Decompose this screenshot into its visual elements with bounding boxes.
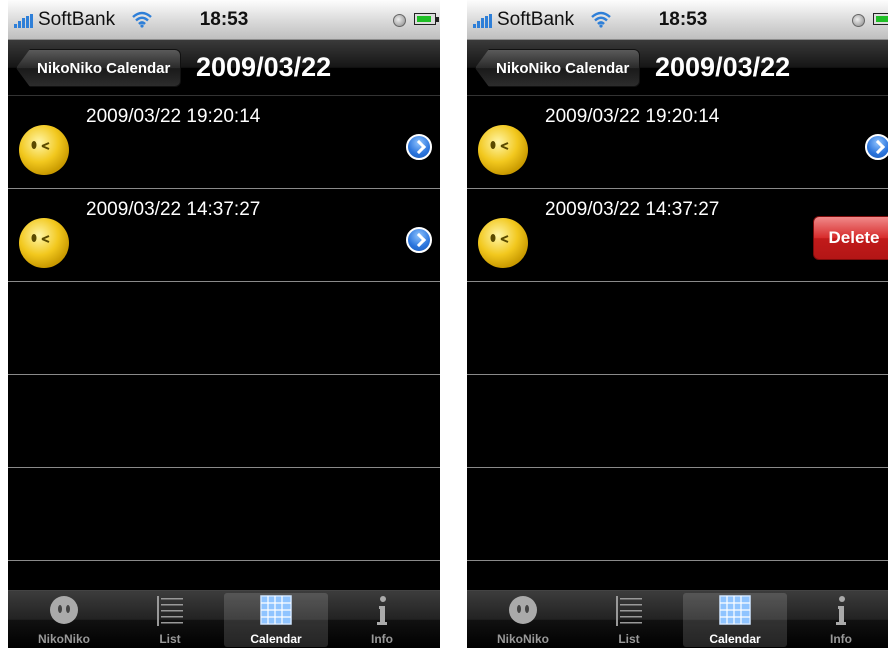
alarm-icon [852, 14, 865, 27]
info-icon [836, 596, 846, 625]
status-bar: SoftBank 18:53 [467, 0, 888, 40]
battery-icon [414, 13, 439, 25]
tab-calendar[interactable]: Calendar [683, 593, 787, 647]
empty-row [8, 468, 440, 561]
list-item[interactable]: 2009/03/22 19:20:14 [8, 96, 440, 189]
list-item[interactable]: 2009/03/22 14:37:27 Delete [467, 189, 888, 282]
calendar-icon [719, 595, 751, 625]
tab-info[interactable]: Info [789, 593, 888, 647]
tab-bar: NikoNiko List Calendar Info [8, 590, 440, 648]
tab-label: Calendar [709, 632, 761, 646]
tab-label: Info [830, 632, 852, 646]
list-item[interactable]: 2009/03/22 14:37:27 [8, 189, 440, 282]
tab-label: List [618, 632, 640, 646]
info-icon [377, 596, 387, 625]
empty-row [467, 468, 888, 561]
tab-label: NikoNiko [496, 632, 549, 646]
face-icon [19, 125, 69, 175]
tab-nikoniko[interactable]: NikoNiko [471, 593, 575, 647]
disclosure-icon[interactable] [406, 134, 432, 160]
battery-icon [873, 13, 888, 25]
tab-label: Calendar [250, 632, 302, 646]
back-button[interactable]: NikoNiko Calendar [16, 49, 182, 87]
face-icon [478, 218, 528, 268]
disclosure-icon[interactable] [406, 227, 432, 253]
navigation-bar: NikoNiko Calendar 2009/03/22 [8, 40, 440, 96]
status-time: 18:53 [199, 9, 249, 30]
face-icon [50, 596, 78, 624]
entry-timestamp: 2009/03/22 19:20:14 [86, 106, 261, 127]
list-icon [616, 596, 642, 626]
tab-list[interactable]: List [577, 593, 681, 647]
entry-timestamp: 2009/03/22 14:37:27 [545, 199, 720, 220]
page-title: 2009/03/22 [655, 52, 791, 82]
tab-list[interactable]: List [118, 593, 222, 647]
entry-timestamp: 2009/03/22 14:37:27 [86, 199, 261, 220]
entry-timestamp: 2009/03/22 19:20:14 [545, 106, 720, 127]
phone-screen-left: SoftBank 18:53 NikoNiko Calendar 2009/03… [8, 0, 440, 648]
back-button[interactable]: NikoNiko Calendar [475, 49, 641, 87]
empty-row [8, 375, 440, 468]
delete-button[interactable]: Delete [813, 216, 888, 260]
tab-label: Info [371, 632, 393, 646]
face-icon [478, 125, 528, 175]
phone-screen-right: SoftBank 18:53 NikoNiko Calendar 2009/03… [467, 0, 888, 648]
face-icon [509, 596, 537, 624]
disclosure-icon[interactable] [865, 134, 888, 160]
page-title: 2009/03/22 [196, 52, 332, 82]
empty-row [467, 375, 888, 468]
navigation-bar: NikoNiko Calendar 2009/03/22 [467, 40, 888, 96]
tab-bar: NikoNiko List Calendar Info [467, 590, 888, 648]
tab-label: List [159, 632, 181, 646]
calendar-icon [260, 595, 292, 625]
status-time: 18:53 [658, 9, 708, 30]
tab-calendar[interactable]: Calendar [224, 593, 328, 647]
empty-row [467, 282, 888, 375]
list-icon [157, 596, 183, 626]
face-icon [19, 218, 69, 268]
tab-label: NikoNiko [37, 632, 90, 646]
tab-nikoniko[interactable]: NikoNiko [12, 593, 116, 647]
empty-row [8, 282, 440, 375]
tab-info[interactable]: Info [330, 593, 434, 647]
alarm-icon [393, 14, 406, 27]
status-bar: SoftBank 18:53 [8, 0, 440, 40]
list-item[interactable]: 2009/03/22 19:20:14 [467, 96, 888, 189]
